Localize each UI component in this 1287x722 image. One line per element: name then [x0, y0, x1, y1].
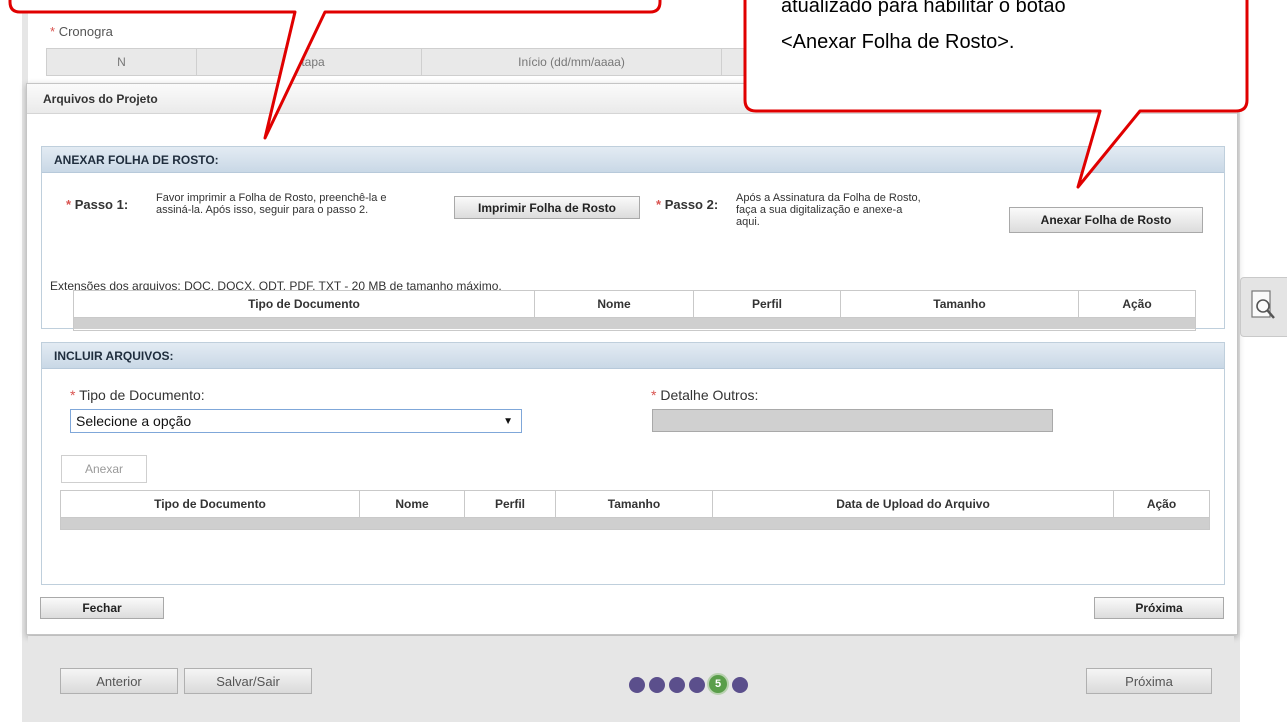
step-dot[interactable] [732, 677, 748, 693]
cronograma-label: * Cronogra [50, 24, 113, 39]
doc-type-label: * Tipo de Documento: [70, 387, 205, 403]
include-files-section: INCLUIR ARQUIVOS: * Tipo de Documento: S… [41, 342, 1225, 585]
callout-text-line1: atualizado para habilitar o botão [781, 0, 1066, 17]
step1-label: * Passo 1: [66, 197, 129, 212]
table-header-cell: Tamanho [841, 291, 1079, 317]
attach-file-button[interactable]: Anexar [61, 455, 147, 483]
table-header-cell: Nome [360, 491, 465, 517]
attach-cover-sheet-button[interactable]: Anexar Folha de Rosto [1009, 207, 1203, 233]
close-button[interactable]: Fechar [40, 597, 164, 619]
section-title: INCLUIR ARQUIVOS: [42, 343, 1224, 369]
page-margin-left [0, 0, 22, 722]
files-table: Tipo de Documento Nome Perfil Tamanho Da… [60, 490, 1210, 530]
table-header-cell: N [47, 49, 197, 75]
step-dot[interactable] [669, 677, 685, 693]
magnifier-icon [1251, 290, 1275, 319]
table-header-cell: Perfil [465, 491, 556, 517]
close-icon[interactable]: ✕ [1210, 89, 1225, 110]
table-header-cell: Etapa [197, 49, 422, 75]
save-exit-button[interactable]: Salvar/Sair [184, 668, 312, 694]
section-title: ANEXAR FOLHA DE ROSTO: [42, 147, 1224, 173]
detail-label: * Detalhe Outros: [651, 387, 759, 403]
step2-text: Após a Assinatura da Folha de Rosto, faç… [736, 192, 921, 228]
step1-text: Favor imprimir a Folha de Rosto, preench… [156, 192, 387, 216]
bottom-next-button[interactable]: Próxima [1086, 668, 1212, 694]
table-header-cell: Ação [1146, 497, 1177, 511]
prev-button[interactable]: Anterior [60, 668, 178, 694]
cover-sheet-section: ANEXAR FOLHA DE ROSTO: * Passo 1: Favor … [41, 146, 1225, 331]
doc-type-select[interactable]: Selecione a opção ▼ [70, 409, 522, 433]
doc-type-value: Selecione a opção [76, 413, 192, 429]
step-dot[interactable] [649, 677, 665, 693]
step-dot[interactable] [689, 677, 705, 693]
step2-label: * Passo 2: [656, 197, 719, 212]
cronograma-table-header: N Etapa Início (dd/mm/aaaa) [46, 48, 1236, 76]
dropdown-arrow-icon: ▼ [503, 415, 513, 427]
print-cover-sheet-button[interactable]: Imprimir Folha de Rosto [454, 196, 640, 219]
cover-sheet-table: Tipo de Documento Nome Perfil Tamanho Aç… [73, 290, 1196, 331]
callout-text-line2: <Anexar Folha de Rosto>. [781, 31, 1015, 53]
dialog-title: Arquivos do Projeto [43, 92, 158, 106]
detail-input[interactable] [652, 409, 1053, 432]
zoom-tab[interactable] [1240, 277, 1287, 337]
dialog-header: Arquivos do Projeto ✕ [27, 84, 1237, 114]
step-dot[interactable] [629, 677, 645, 693]
wizard-bottom-bar: Anterior Salvar/Sair 5 Próxima [28, 636, 1234, 722]
table-header-cell: Tipo de Documento [74, 291, 535, 317]
project-files-dialog: Arquivos do Projeto ✕ ANEXAR FOLHA DE RO… [26, 83, 1238, 635]
table-header-cell: Perfil [694, 291, 841, 317]
next-button[interactable]: Próxima [1094, 597, 1224, 619]
table-header-cell: Tamanho [556, 491, 713, 517]
table-header-cell: Data de Upload do Arquivo [713, 491, 1114, 517]
table-header-cell: Início (dd/mm/aaaa) [422, 49, 722, 75]
table-header-cell: Ação [1122, 297, 1152, 311]
current-step-indicator: 5 [707, 673, 729, 695]
table-header-cell: Nome [535, 291, 694, 317]
table-header-cell: Tipo de Documento [61, 491, 360, 517]
